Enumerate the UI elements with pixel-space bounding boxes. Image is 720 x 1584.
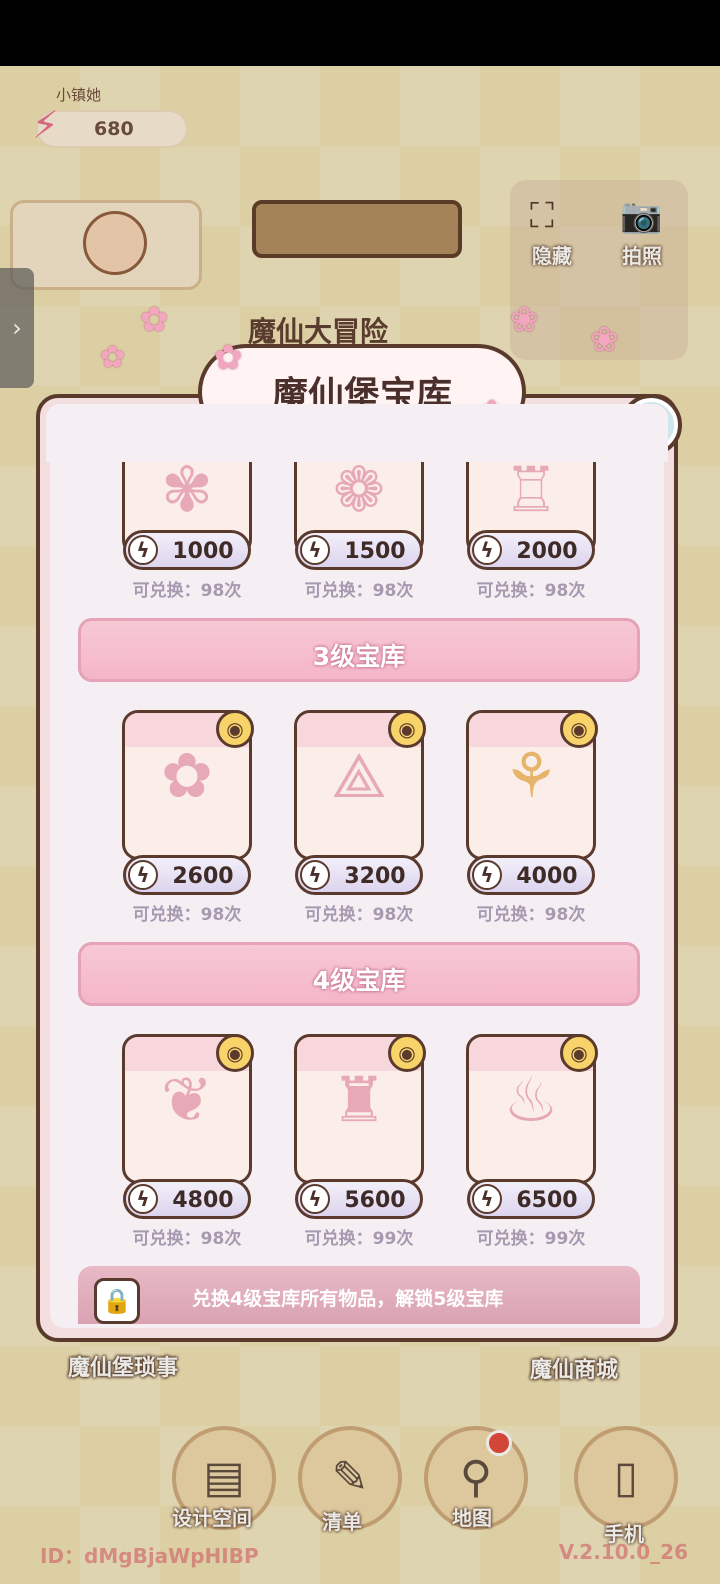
lightning-icon: ϟ	[472, 1184, 502, 1214]
price-button[interactable]: ϟ 1500	[295, 530, 423, 570]
flower-decoration-icon: ✿	[214, 338, 243, 378]
price-value: 1500	[344, 539, 406, 564]
lightning-icon: ϟ	[300, 860, 330, 890]
exchange-count: 可兑换：98次	[476, 581, 586, 601]
unlock-text: 兑换4级宝库所有物品，解锁5级宝库	[192, 1288, 504, 1310]
price-button[interactable]: ϟ 1000	[123, 530, 251, 570]
price-value: 2000	[516, 539, 578, 564]
price-value: 6500	[516, 1188, 578, 1213]
item-art-icon: ♖	[503, 453, 559, 526]
price-button[interactable]: ϟ 5600	[295, 1179, 423, 1219]
tier3-banner: 3级宝库	[78, 618, 640, 682]
lightning-icon: ϟ	[128, 860, 158, 890]
exchange-count: 可兑换：98次	[304, 581, 414, 601]
exchange-count: 可兑换：98次	[132, 905, 242, 925]
fountain-bowl-icon: ♨	[503, 1063, 559, 1136]
price-value: 3200	[344, 864, 406, 889]
lightning-icon: ϟ	[300, 1184, 330, 1214]
lightning-icon: ϟ	[472, 535, 502, 565]
exchange-count: 可兑换：98次	[476, 905, 586, 925]
price-button[interactable]: ϟ 4000	[467, 855, 595, 895]
price-button[interactable]: ϟ 2000	[467, 530, 595, 570]
item-art-icon: ✾	[161, 453, 213, 526]
preview-eye-icon[interactable]: ◉	[388, 1034, 426, 1072]
price-button[interactable]: ϟ 3200	[295, 855, 423, 895]
flower-decoration-icon: ✿	[140, 300, 169, 340]
tier4-banner: 4级宝库	[78, 942, 640, 1006]
flower-vase-icon: ❦	[161, 1063, 213, 1136]
price-value: 4000	[516, 864, 578, 889]
item-art-icon: ❁	[333, 453, 385, 526]
price-button[interactable]: ϟ 4800	[123, 1179, 251, 1219]
price-button[interactable]: ϟ 2600	[123, 855, 251, 895]
frame-decor-icon: ⟁	[331, 739, 387, 812]
clock-tower-icon: ♜	[331, 1063, 387, 1136]
butterfly-wand-icon: ⚘	[503, 739, 559, 812]
scroll-mask	[46, 404, 668, 462]
price-value: 2600	[172, 864, 234, 889]
preview-eye-icon[interactable]: ◉	[560, 1034, 598, 1072]
preview-eye-icon[interactable]: ◉	[216, 710, 254, 748]
lock-icon: 🔒	[94, 1278, 140, 1324]
preview-eye-icon[interactable]: ◉	[388, 710, 426, 748]
exchange-count: 可兑换：98次	[132, 581, 242, 601]
lightning-icon: ϟ	[128, 535, 158, 565]
preview-eye-icon[interactable]: ◉	[560, 710, 598, 748]
price-button[interactable]: ϟ 6500	[467, 1179, 595, 1219]
exchange-count: 可兑换：99次	[304, 1229, 414, 1249]
flower-decoration-icon: ❀	[590, 320, 619, 360]
price-value: 5600	[344, 1188, 406, 1213]
price-value: 4800	[172, 1188, 234, 1213]
lightning-icon: ϟ	[128, 1184, 158, 1214]
flower-decoration-icon: ✿	[100, 340, 126, 375]
tier3-label: 3级宝库	[312, 642, 406, 671]
preview-eye-icon[interactable]: ◉	[216, 1034, 254, 1072]
lightning-icon: ϟ	[300, 535, 330, 565]
lightning-icon: ϟ	[472, 860, 502, 890]
exchange-count: 可兑换：98次	[132, 1229, 242, 1249]
tier4-label: 4级宝库	[312, 966, 406, 995]
flower-planter-icon: ✿	[161, 739, 213, 812]
status-bar	[0, 0, 720, 66]
exchange-count: 可兑换：98次	[304, 905, 414, 925]
flower-decoration-icon: ❀	[510, 300, 539, 340]
price-value: 1000	[172, 539, 234, 564]
exchange-count: 可兑换：99次	[476, 1229, 586, 1249]
unlock-hint-bar: 兑换4级宝库所有物品，解锁5级宝库	[78, 1266, 640, 1324]
